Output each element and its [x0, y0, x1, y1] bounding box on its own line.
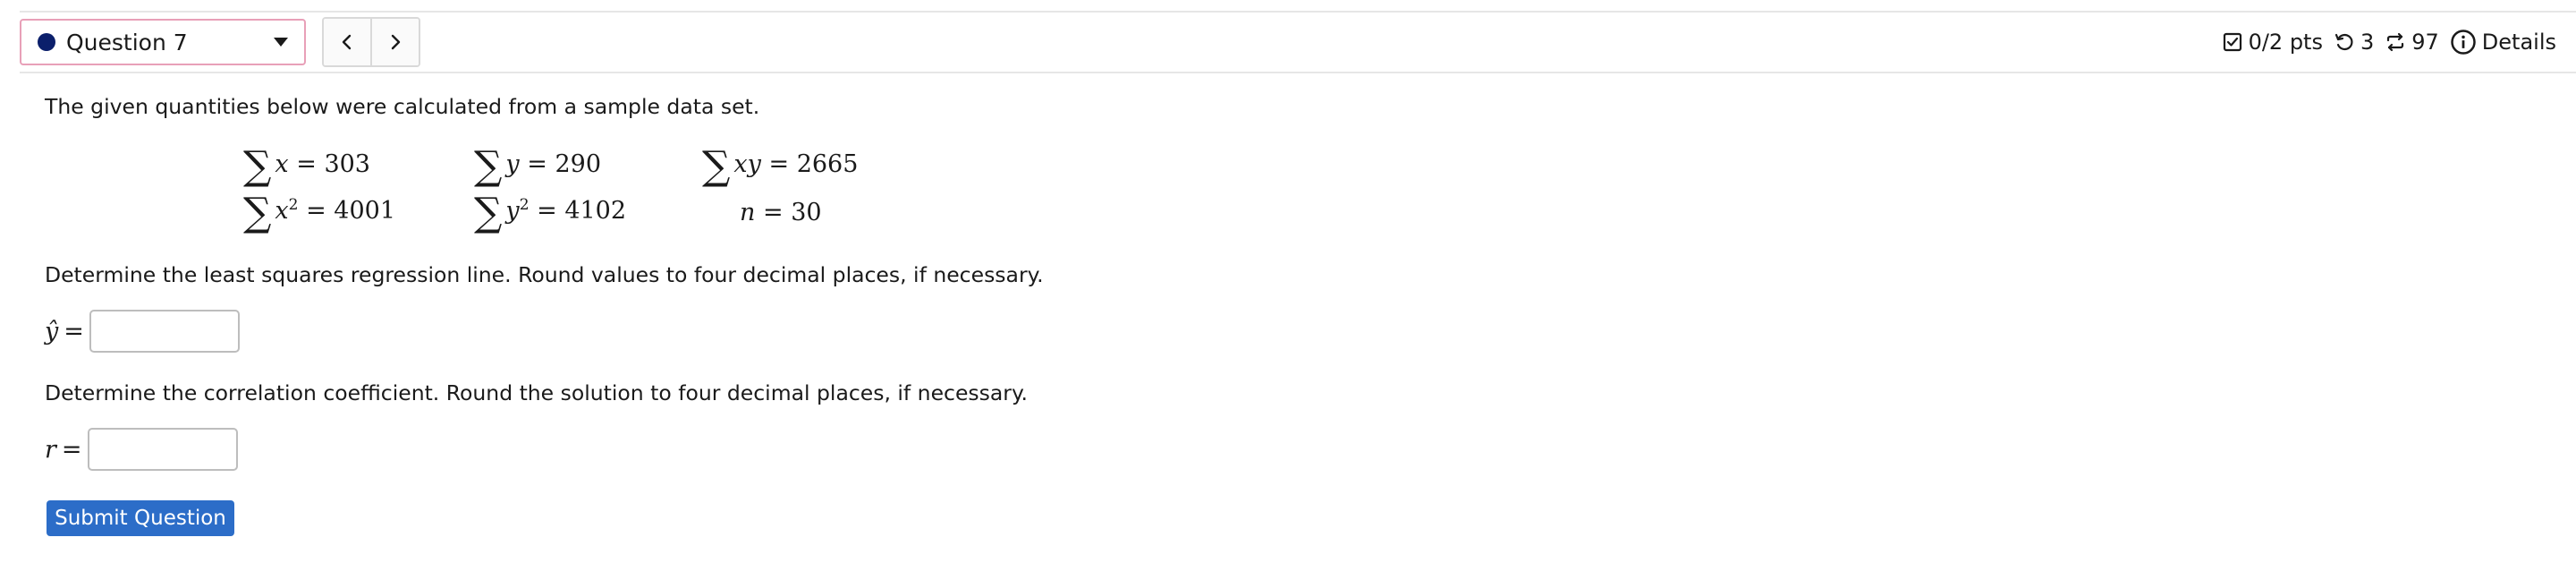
r-label: r [45, 435, 56, 464]
details-button[interactable]: Details [2450, 29, 2556, 55]
sum-x-squared: ∑ x2 = 4001 [243, 190, 395, 235]
checkbox-icon [2223, 32, 2241, 52]
sigma-icon: ∑ [243, 143, 272, 189]
attempts-group: 3 [2334, 30, 2374, 55]
sample-size: n = 30 [740, 199, 822, 226]
submit-question-button[interactable]: Submit Question [47, 500, 234, 536]
question-selector[interactable]: Question 7 [20, 19, 306, 65]
sum-y: ∑ y = 290 [474, 143, 602, 189]
sigma-icon: ∑ [702, 143, 731, 189]
sigma-icon: ∑ [243, 190, 272, 235]
sum-x: ∑ x = 303 [243, 143, 370, 189]
question-meta: 0/2 pts 3 97 Details [2222, 29, 2556, 55]
sum-xy: ∑ xy = 2665 [702, 143, 859, 189]
chevron-right-icon [391, 34, 401, 50]
part2-prompt: Determine the correlation coefficient. R… [45, 380, 1028, 405]
sigma-icon: ∑ [474, 143, 503, 189]
caret-down-icon [274, 38, 288, 47]
correlation-input[interactable] [87, 428, 238, 471]
versions-group: 97 [2385, 30, 2439, 55]
equals-sign: = [64, 317, 84, 345]
chevron-left-icon [342, 34, 352, 50]
attempts-count: 3 [2360, 30, 2375, 55]
sum-y-squared: ∑ y2 = 4102 [474, 190, 627, 235]
question-header: Question 7 0/2 pts 3 97 Details [20, 13, 2556, 72]
versions-count: 97 [2411, 30, 2439, 55]
regression-line-input[interactable] [89, 310, 240, 353]
question-nav [322, 17, 420, 67]
next-question-button[interactable] [370, 19, 419, 65]
points-text: 0/2 pts [2248, 30, 2323, 55]
details-label: Details [2481, 30, 2556, 55]
question-selector-label: Question 7 [66, 29, 188, 55]
part1-prompt: Determine the least squares regression l… [45, 262, 1044, 287]
header-divider [20, 72, 2576, 73]
y-hat-label: ŷ [45, 317, 59, 345]
part1-answer-row: ŷ = [45, 310, 240, 353]
status-dot-icon [38, 33, 55, 51]
equals-sign: = [61, 435, 82, 464]
repeat-icon [2387, 32, 2404, 52]
info-icon [2451, 30, 2476, 55]
retry-icon [2334, 33, 2353, 51]
intro-text: The given quantities below were calculat… [45, 94, 760, 119]
sigma-icon: ∑ [474, 190, 503, 235]
points-group: 0/2 pts [2222, 30, 2323, 55]
previous-question-button[interactable] [324, 19, 370, 65]
part2-answer-row: r = [45, 428, 238, 471]
